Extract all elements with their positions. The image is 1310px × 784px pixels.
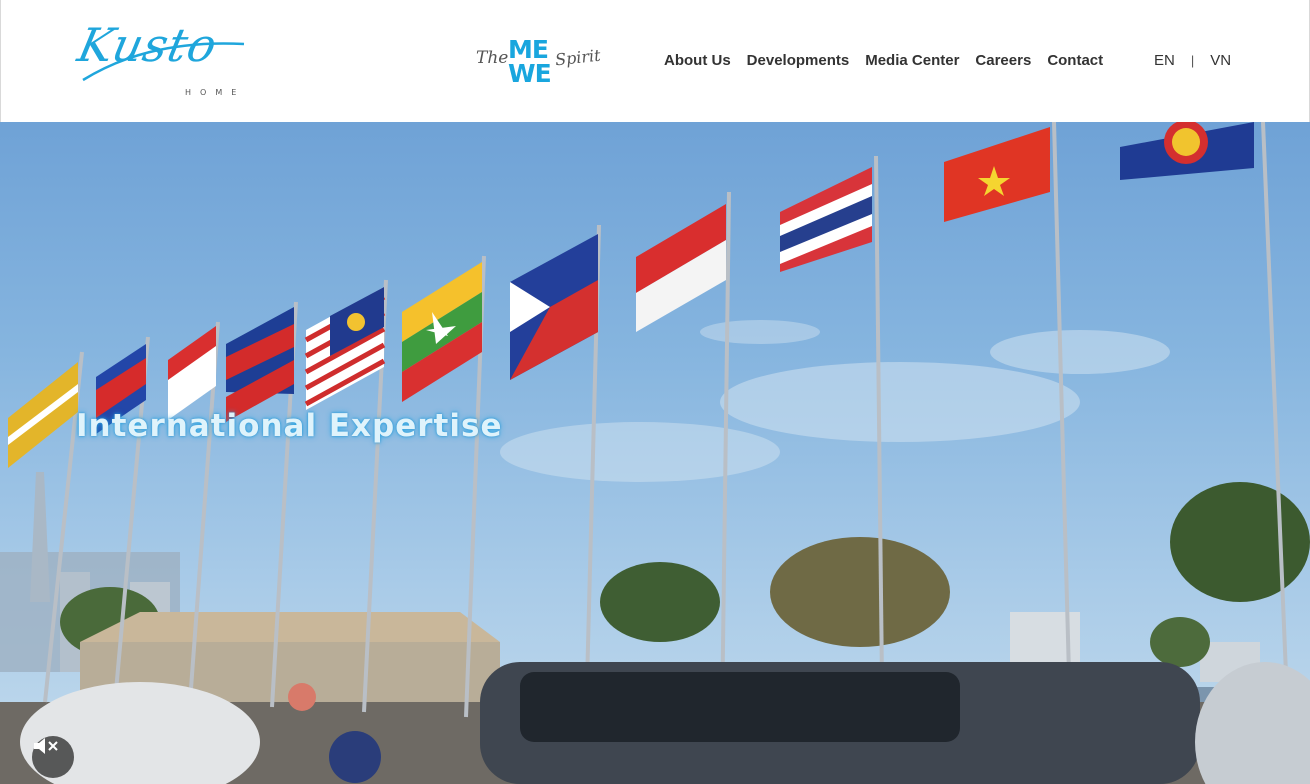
nav-contact[interactable]: Contact (1047, 50, 1103, 72)
me-we-spirit-tagline: The ME WE Spirit (473, 36, 613, 88)
lang-en[interactable]: EN (1154, 50, 1175, 72)
tagline-we: WE (508, 59, 552, 88)
mute-toggle-button[interactable] (32, 736, 74, 778)
lang-separator: | (1190, 53, 1195, 68)
site-header: Kusto HOME The ME WE Spirit About Us Dev… (0, 0, 1310, 122)
logo-subtitle: HOME (185, 88, 246, 97)
nav-media-center[interactable]: Media Center (865, 50, 959, 72)
page: Kusto HOME The ME WE Spirit About Us Dev… (0, 0, 1310, 784)
nav-about-us[interactable]: About Us (664, 50, 731, 72)
hero-video[interactable]: International Expertise (0, 122, 1310, 784)
tagline-the: The (476, 48, 509, 68)
language-switcher: EN | VN (1154, 50, 1231, 72)
nav-developments[interactable]: Developments (747, 50, 850, 72)
main-nav: About Us Developments Media Center Caree… (664, 50, 1119, 72)
logo-wordmark: Kusto (73, 18, 223, 72)
hero-caption: International Expertise (76, 408, 503, 444)
tagline-spirit: Spirit (554, 45, 602, 70)
hero-video-frame (0, 122, 1310, 784)
lang-vn[interactable]: VN (1210, 50, 1231, 72)
kusto-home-logo[interactable]: Kusto HOME (73, 18, 249, 104)
nav-careers[interactable]: Careers (975, 50, 1031, 72)
speaker-muted-icon (34, 738, 58, 754)
